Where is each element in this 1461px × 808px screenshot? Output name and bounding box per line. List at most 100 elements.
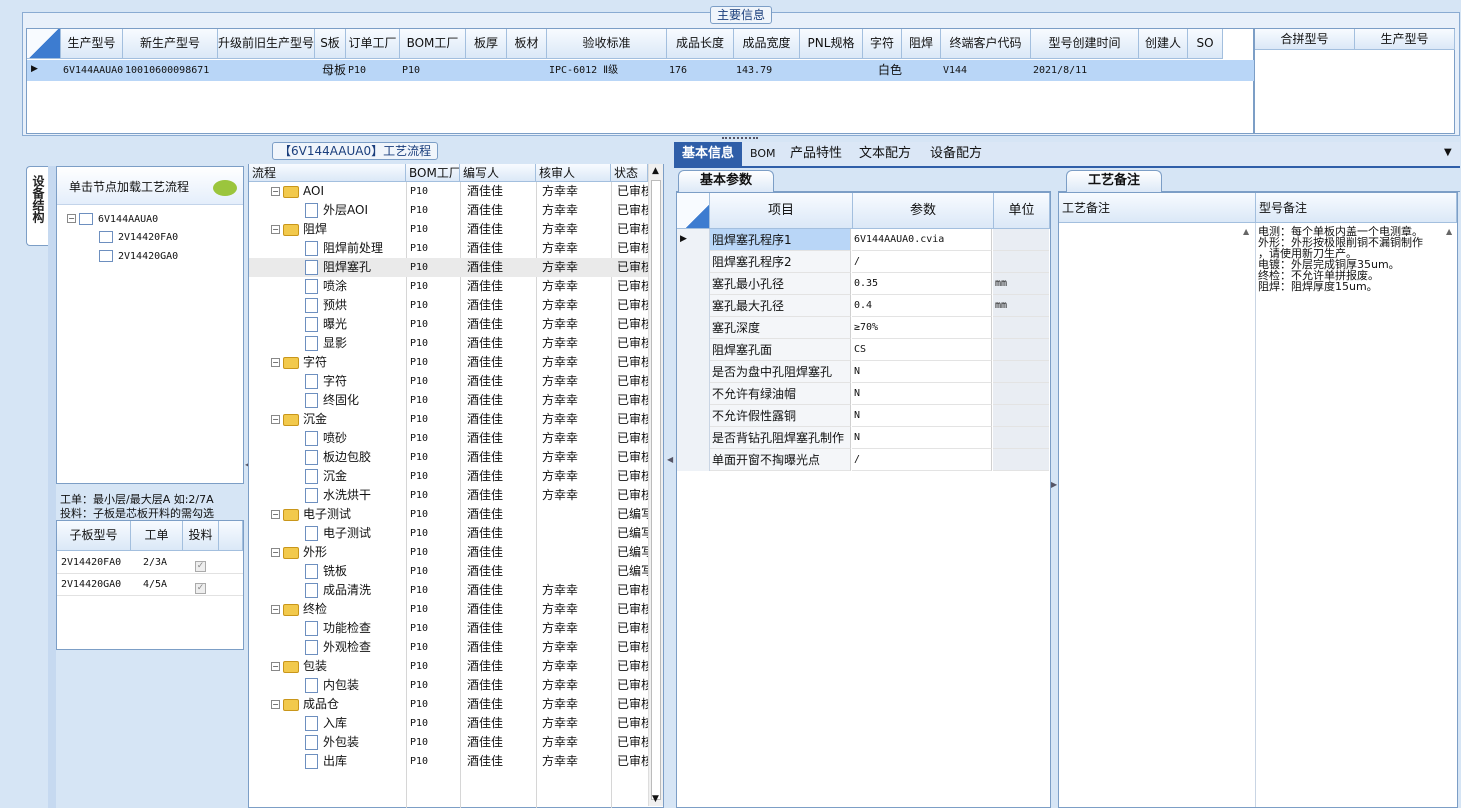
merge-col-header[interactable]: 合拼型号: [1255, 29, 1355, 50]
main-col-header[interactable]: 新生产型号: [123, 29, 218, 59]
collapse-icon[interactable]: −: [67, 214, 76, 223]
param-value[interactable]: N: [852, 405, 992, 427]
main-cell-bom-factory[interactable]: P10: [402, 61, 466, 80]
tab-equipment-recipe[interactable]: 设备配方: [922, 142, 990, 166]
flow-row[interactable]: 铣板 P10 酒佳佳 已编写: [249, 562, 648, 581]
main-col-header[interactable]: 升级前旧生产型号: [218, 29, 315, 59]
main-cell-pnl[interactable]: [802, 61, 863, 80]
param-value[interactable]: ≥70%: [852, 317, 992, 339]
sub-col-header[interactable]: 子板型号: [57, 521, 131, 551]
process-remark-textbox[interactable]: [1059, 223, 1256, 807]
main-col-header[interactable]: BOM工厂: [400, 29, 466, 59]
flow-row[interactable]: − 电子测试 P10 酒佳佳 已编写: [249, 505, 648, 524]
flow-row[interactable]: − 终检 P10 酒佳佳 方幸幸 已审核: [249, 600, 648, 619]
tab-dropdown-icon[interactable]: ▼: [1444, 147, 1452, 158]
tab-process-remarks[interactable]: 工艺备注: [1066, 170, 1162, 192]
flow-col-header[interactable]: 编写人: [460, 164, 536, 182]
flow-row[interactable]: 出库 P10 酒佳佳 方幸幸 已审核: [249, 752, 648, 771]
param-row[interactable]: 阻焊塞孔面 CS: [0, 339, 1051, 361]
main-col-header[interactable]: 订单工厂: [346, 29, 400, 59]
param-value[interactable]: 0.4: [852, 295, 992, 317]
remarks-col-header[interactable]: 工艺备注: [1059, 193, 1256, 223]
sub-col-header[interactable]: 工单: [131, 521, 183, 551]
tab-basic-info[interactable]: 基本信息: [674, 142, 743, 166]
flow-row[interactable]: − AOI P10 酒佳佳 方幸幸 已审核: [249, 182, 648, 201]
sub-col-header[interactable]: 投料: [183, 521, 219, 551]
scroll-up-icon[interactable]: ▲: [652, 166, 659, 176]
main-cell-solder[interactable]: [904, 61, 941, 80]
param-value[interactable]: N: [852, 361, 992, 383]
param-value[interactable]: /: [852, 449, 992, 471]
param-row[interactable]: 阻焊塞孔程序2 /: [0, 251, 1051, 273]
flow-row[interactable]: 电子测试 P10 酒佳佳 已编写: [249, 524, 648, 543]
main-cell-creator[interactable]: [1141, 61, 1188, 80]
main-cell-order-factory[interactable]: P10: [348, 61, 400, 80]
flow-row[interactable]: − 外形 P10 酒佳佳 已编写: [249, 543, 648, 562]
tab-text-recipe[interactable]: 文本配方: [851, 142, 919, 166]
tree-hint-bar[interactable]: 单击节点加载工艺流程: [57, 167, 243, 205]
param-row[interactable]: 单面开窗不掏曝光点 /: [0, 449, 1051, 471]
feed-checkbox[interactable]: ✓: [195, 557, 206, 572]
main-col-header[interactable]: 阻焊: [902, 29, 941, 59]
flow-col-header[interactable]: 核审人: [536, 164, 611, 182]
flow-row[interactable]: 入库 P10 酒佳佳 方幸幸 已审核: [249, 714, 648, 733]
flow-row[interactable]: − 成品仓 P10 酒佳佳 方幸幸 已审核: [249, 695, 648, 714]
param-row[interactable]: 阻焊塞孔程序1 6V144AAUA0.cvia: [0, 229, 1051, 251]
main-cell-so[interactable]: [1190, 61, 1223, 80]
flow-col-header[interactable]: BOM工厂: [406, 164, 460, 182]
param-row[interactable]: 是否为盘中孔阻焊塞孔 N: [0, 361, 1051, 383]
collapse-icon[interactable]: −: [271, 662, 280, 671]
scroll-up-icon[interactable]: ▲: [1446, 227, 1452, 236]
main-col-header[interactable]: 成品宽度: [734, 29, 800, 59]
scroll-down-icon[interactable]: ▼: [652, 794, 659, 804]
main-col-header[interactable]: 字符: [863, 29, 902, 59]
flow-row[interactable]: 成品清洗 P10 酒佳佳 方幸幸 已审核: [249, 581, 648, 600]
main-col-header[interactable]: 板厚: [466, 29, 507, 59]
main-cell-new-model[interactable]: 10010600098671: [125, 61, 218, 80]
collapse-icon[interactable]: −: [271, 187, 280, 196]
flow-row[interactable]: 外层AOI P10 酒佳佳 方幸幸 已审核: [249, 201, 648, 220]
main-cell-s-board[interactable]: 母板: [317, 61, 346, 80]
main-col-header[interactable]: SO: [1188, 29, 1223, 59]
main-cell-created[interactable]: 2021/8/11: [1033, 61, 1139, 80]
collapse-icon[interactable]: −: [271, 510, 280, 519]
sub-board-row[interactable]: 2V14420FA0 2/3A ✓: [57, 552, 243, 574]
param-value[interactable]: N: [852, 383, 992, 405]
param-value[interactable]: CS: [852, 339, 992, 361]
param-row[interactable]: 塞孔最大孔径 0.4 mm: [0, 295, 1051, 317]
tab-product-features[interactable]: 产品特性: [782, 142, 850, 166]
main-col-header[interactable]: 终端客户代码: [941, 29, 1031, 59]
main-cell-customer-code[interactable]: V144: [943, 61, 1031, 80]
flow-row[interactable]: 外观检查 P10 酒佳佳 方幸幸 已审核: [249, 638, 648, 657]
param-row[interactable]: 是否背钻孔阻焊塞孔制作 N: [0, 427, 1051, 449]
merge-col-header[interactable]: 生产型号: [1355, 29, 1455, 50]
param-value[interactable]: 6V144AAUA0.cvia: [852, 229, 992, 251]
tab-basic-params[interactable]: 基本参数: [678, 170, 774, 192]
main-cell-prod-model[interactable]: 6V144AAUA0: [63, 61, 123, 80]
grid-corner[interactable]: [27, 29, 61, 59]
sub-board-row[interactable]: 2V14420GA0 4/5A ✓: [57, 574, 243, 596]
param-value[interactable]: N: [852, 427, 992, 449]
main-col-header[interactable]: 创建人: [1139, 29, 1188, 59]
param-row[interactable]: 塞孔深度 ≥70%: [0, 317, 1051, 339]
main-cell-old-model[interactable]: [220, 61, 315, 80]
flow-row[interactable]: 外包装 P10 酒佳佳 方幸幸 已审核: [249, 733, 648, 752]
param-row[interactable]: 塞孔最小孔径 0.35 mm: [0, 273, 1051, 295]
main-col-header[interactable]: 型号创建时间: [1031, 29, 1139, 59]
param-row[interactable]: 不允许有绿油帽 N: [0, 383, 1051, 405]
feed-checkbox[interactable]: ✓: [195, 579, 206, 594]
flow-row[interactable]: 水洗烘干 P10 酒佳佳 方幸幸 已审核: [249, 486, 648, 505]
flow-col-header[interactable]: 流程: [249, 164, 406, 182]
param-row[interactable]: 不允许假性露铜 N: [0, 405, 1051, 427]
main-col-header[interactable]: 板材: [507, 29, 547, 59]
flow-row[interactable]: − 包装 P10 酒佳佳 方幸幸 已审核: [249, 657, 648, 676]
param-col-header[interactable]: 单位: [994, 193, 1050, 229]
tab-bom[interactable]: BOM: [742, 142, 784, 166]
param-value[interactable]: 0.35: [852, 273, 992, 295]
flow-col-header[interactable]: 状态: [611, 164, 648, 182]
flow-row[interactable]: 内包装 P10 酒佳佳 方幸幸 已审核: [249, 676, 648, 695]
main-col-header[interactable]: 成品长度: [667, 29, 734, 59]
flow-row[interactable]: 功能检查 P10 酒佳佳 方幸幸 已审核: [249, 619, 648, 638]
splitter-handle[interactable]: [722, 137, 758, 140]
model-remark-textbox[interactable]: 电测：每个单板内盖一个电测章。 外形：外形按极限削铜不漏铜制作 ，请使用新刀生产。电…: [1258, 223, 1444, 807]
